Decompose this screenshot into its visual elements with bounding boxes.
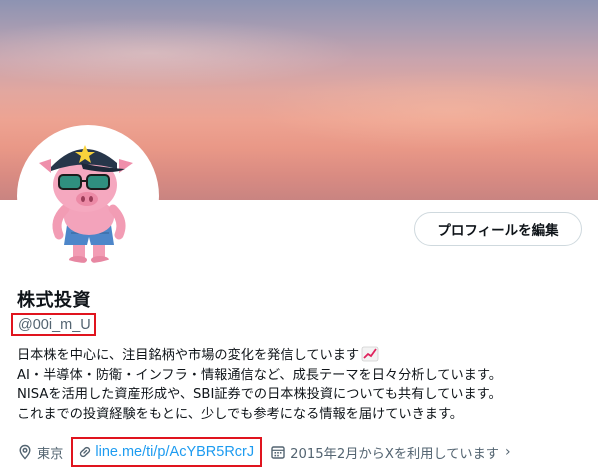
bio-line: AI・半導体・防衛・インフラ・情報通信など、成長テーマを日々分析しています。	[17, 367, 502, 383]
profile-bio: 日本株を中心に、注目銘柄や市場の変化を発信しています AI・半導体・防衛・インフ…	[17, 346, 587, 424]
pig-avatar-illustration	[39, 145, 133, 263]
joined-text: 2015年2月からXを利用しています	[290, 446, 499, 462]
display-name: 株式投資	[17, 290, 91, 311]
handle-highlight-box: @00i_m_U	[11, 313, 96, 336]
calendar-icon	[271, 446, 285, 459]
bio-line: 日本株を中心に、注目銘柄や市場の変化を発信しています	[17, 346, 587, 366]
location-item: 東京	[17, 443, 63, 462]
website-link[interactable]: line.me/ti/p/AcYBR5RcrJ	[95, 444, 254, 460]
user-handle: @00i_m_U	[18, 316, 91, 333]
location-pin-icon	[19, 444, 31, 460]
banner-haze	[258, 70, 598, 150]
website-highlight-box: line.me/ti/p/AcYBR5RcrJ	[71, 437, 263, 467]
location-text: 東京	[37, 446, 64, 462]
profile-avatar[interactable]	[17, 125, 159, 267]
profile-meta: 東京 line.me/ti/p/AcYBR5RcrJ 2015年2月からXを利用…	[17, 437, 511, 467]
bio-line: NISAを活用した資産形成や、SBI証券での日本株投資についても共有しています。	[17, 387, 502, 402]
chevron-right-icon: ›	[504, 444, 511, 460]
joined-date-item[interactable]: 2015年2月からXを利用しています ›	[270, 443, 511, 462]
edit-profile-button[interactable]: プロフィールを編集	[414, 212, 582, 246]
avatar-image	[21, 129, 155, 263]
bio-line-text: 日本株を中心に、注目銘柄や市場の変化を発信しています	[17, 348, 360, 363]
link-icon	[80, 446, 91, 458]
bio-line: これまでの投資経験をもとに、少しでも参考になる情報を届けていきます。	[17, 406, 463, 422]
chart-increasing-icon	[361, 346, 379, 362]
